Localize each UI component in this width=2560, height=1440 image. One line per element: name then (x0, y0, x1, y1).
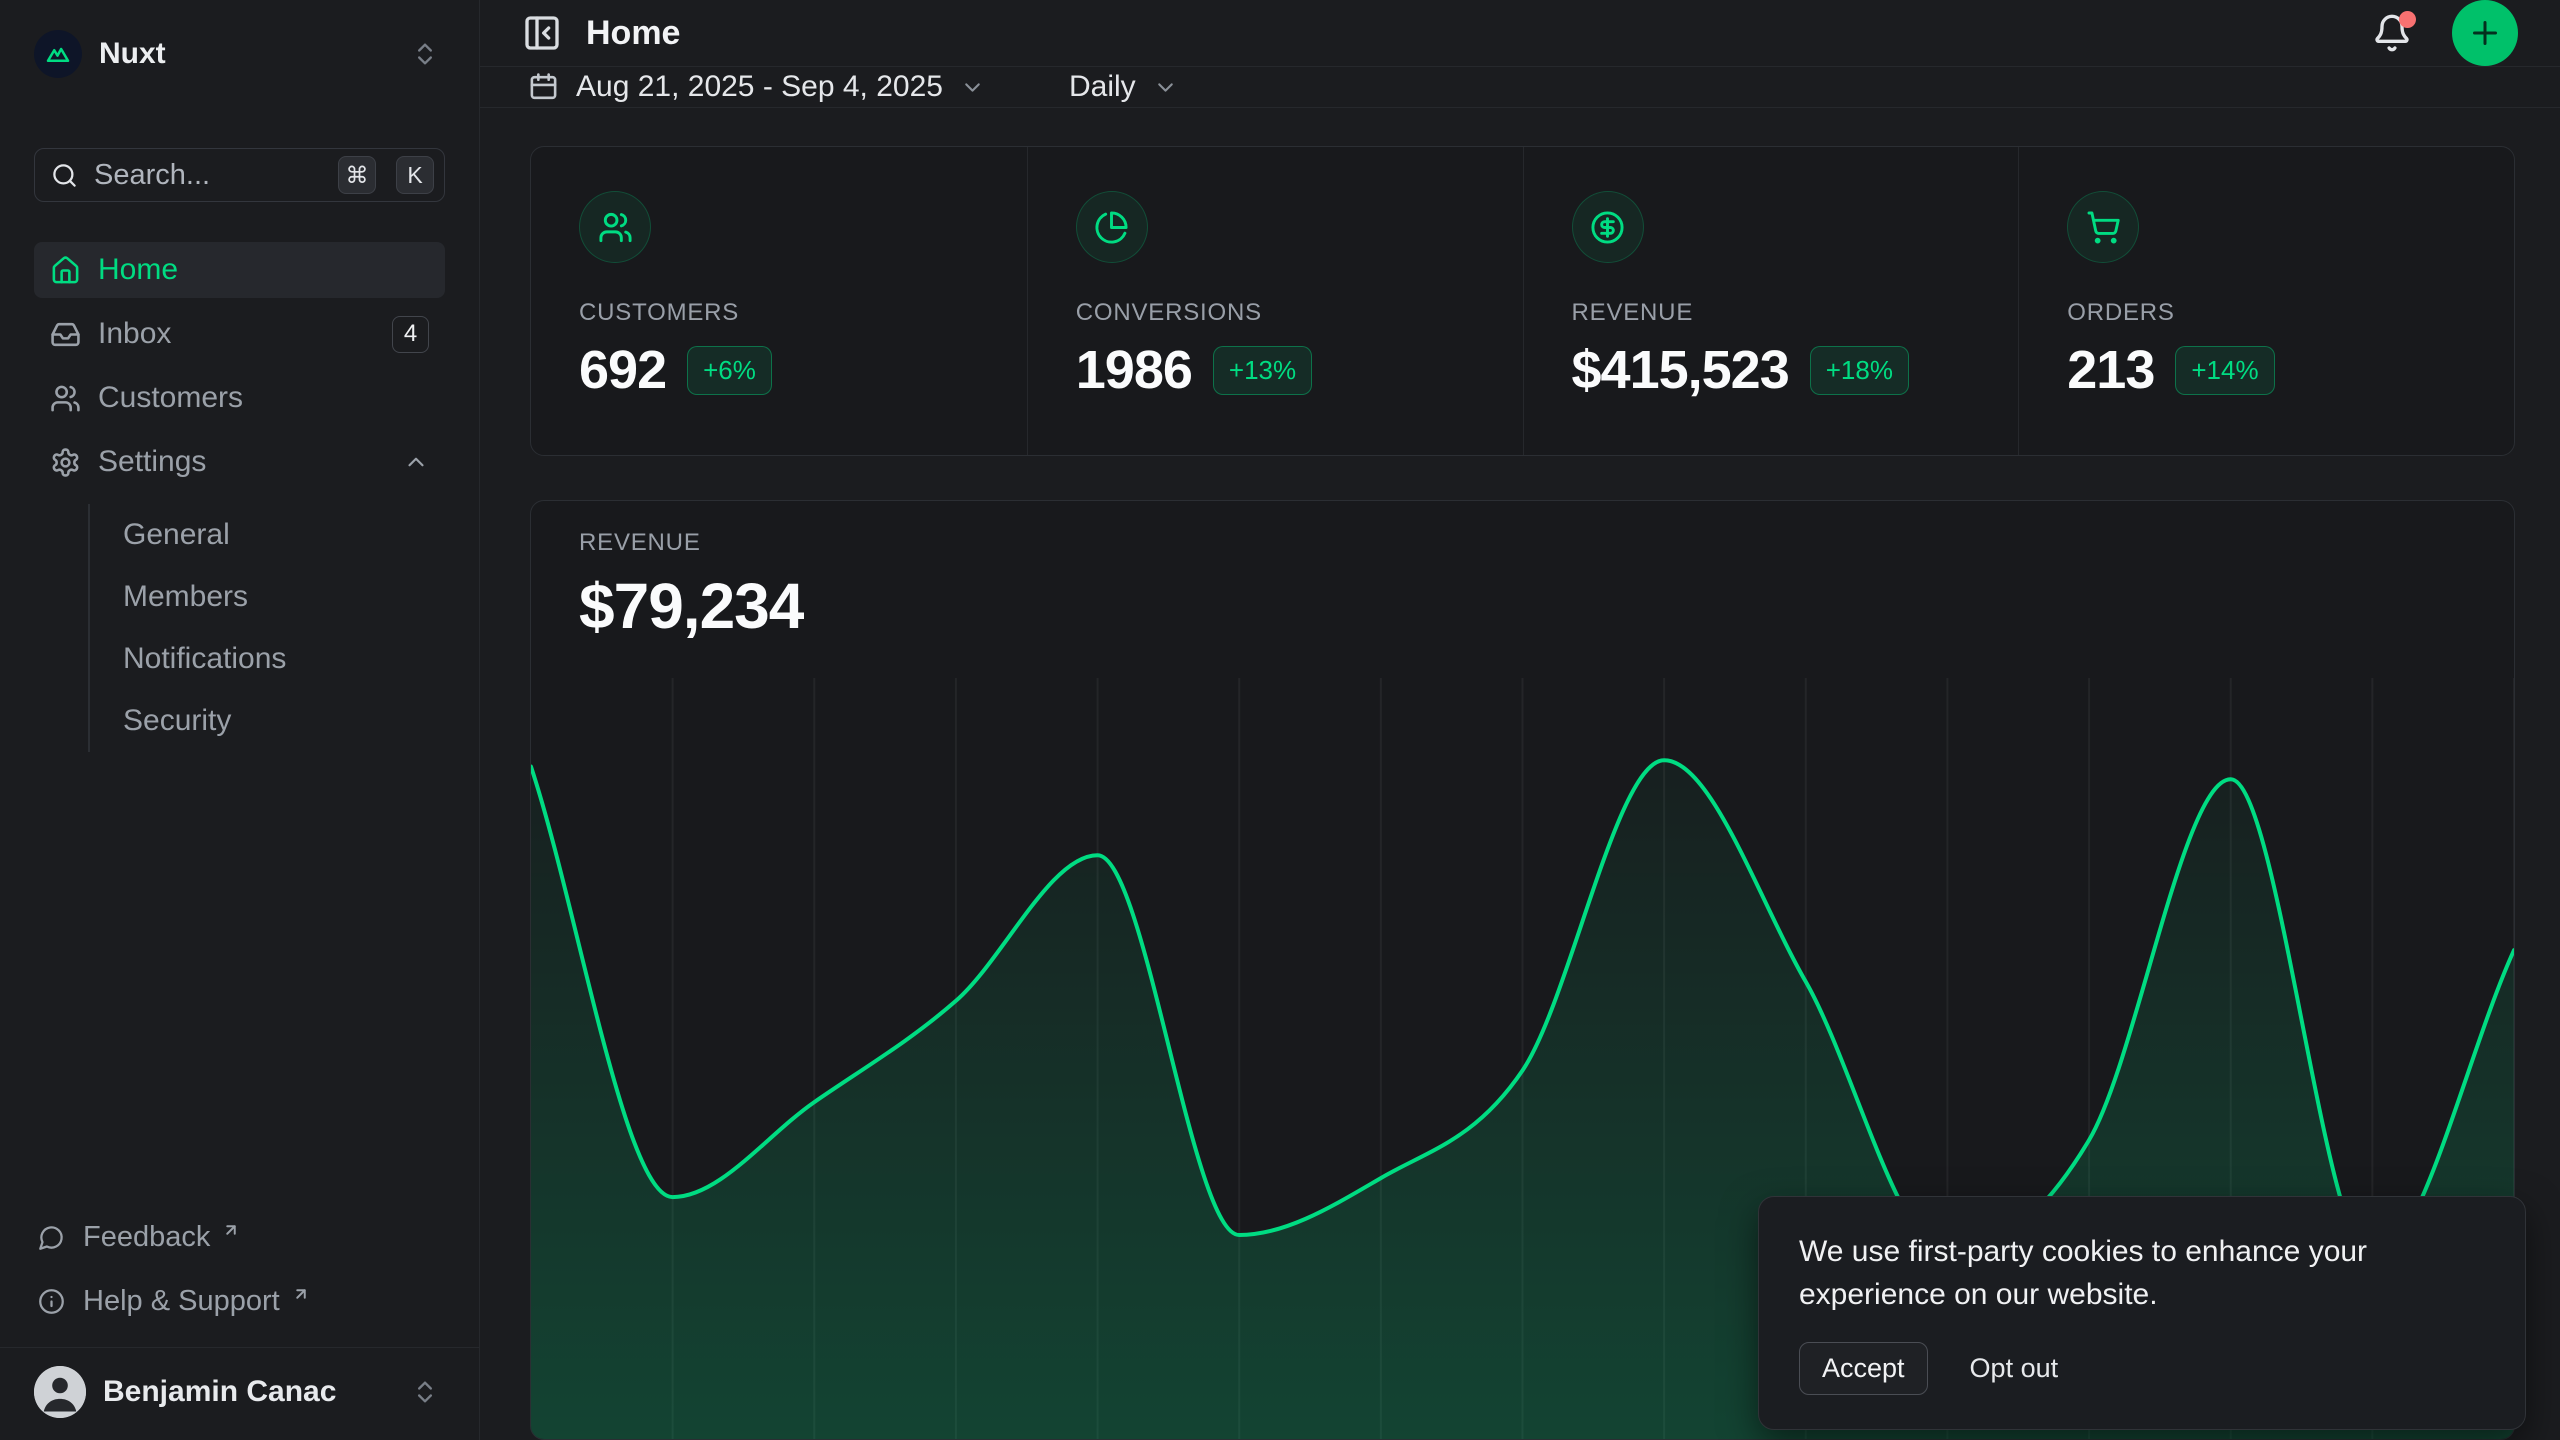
sidebar-item-label: Inbox (98, 317, 171, 351)
workspace-switcher[interactable]: Nuxt (34, 26, 445, 82)
cookie-accept-button[interactable]: Accept (1799, 1342, 1928, 1395)
info-circle-icon (38, 1288, 65, 1315)
cookie-optout-button[interactable]: Opt out (1970, 1353, 2059, 1384)
sidebar-item-settings[interactable]: Settings (34, 434, 445, 490)
stat-label: ORDERS (2067, 299, 2466, 327)
stat-card-customers: CUSTOMERS 692 +6% (531, 147, 1027, 455)
kbd-k: K (396, 156, 434, 194)
stats-cards: CUSTOMERS 692 +6% CONVERSIONS 1986 +13% (530, 146, 2515, 456)
stat-delta-badge: +13% (1213, 346, 1312, 395)
feedback-link[interactable]: Feedback (34, 1211, 445, 1263)
date-range-value: Aug 21, 2025 - Sep 4, 2025 (576, 70, 943, 104)
sidebar-item-home[interactable]: Home (34, 242, 445, 298)
stat-value: 692 (579, 339, 666, 401)
message-bubble-icon (38, 1224, 65, 1251)
chevrons-up-down-icon (411, 1378, 439, 1406)
nuxt-logo-icon (34, 30, 82, 78)
sidebar-subitem-members[interactable]: Members (90, 566, 445, 628)
chevron-down-icon (960, 75, 985, 100)
sidebar-item-inbox[interactable]: Inbox 4 (34, 306, 445, 362)
sidebar-subitem-general[interactable]: General (90, 504, 445, 566)
stat-delta-badge: +14% (2175, 346, 2274, 395)
users-icon (579, 191, 651, 263)
settings-submenu: General Members Notifications Security (88, 504, 445, 752)
inbox-count-badge: 4 (392, 316, 429, 353)
filters-toolbar: Aug 21, 2025 - Sep 4, 2025 Daily (480, 67, 2560, 108)
stat-delta-badge: +18% (1810, 346, 1909, 395)
sidebar-subitem-notifications[interactable]: Notifications (90, 628, 445, 690)
user-name: Benjamin Canac (103, 1375, 394, 1409)
granularity-value: Daily (1069, 70, 1136, 104)
chevrons-up-down-icon (411, 40, 439, 68)
avatar (34, 1366, 86, 1418)
chevron-down-icon (1153, 75, 1178, 100)
search-input[interactable] (94, 159, 318, 192)
collapse-sidebar-button[interactable] (522, 13, 562, 53)
header-actions (2372, 0, 2518, 66)
stat-value: 213 (2067, 339, 2154, 401)
help-support-label: Help & Support (83, 1285, 280, 1318)
external-link-icon (292, 1285, 310, 1303)
stat-label: CUSTOMERS (579, 299, 979, 327)
search-icon (51, 162, 78, 189)
chevron-up-icon (403, 449, 429, 475)
stat-card-revenue: REVENUE $415,523 +18% (1523, 147, 2019, 455)
page-title: Home (586, 14, 680, 53)
sidebar: Nuxt ⌘ K Home Inbox 4 Customers Settings (0, 0, 480, 1440)
notification-dot (2399, 11, 2416, 28)
sidebar-item-customers[interactable]: Customers (34, 370, 445, 426)
gear-icon (50, 447, 81, 478)
stat-value: $415,523 (1572, 339, 1789, 401)
date-range-picker[interactable]: Aug 21, 2025 - Sep 4, 2025 (528, 70, 985, 104)
users-icon (50, 383, 81, 414)
search-input-wrapper[interactable]: ⌘ K (34, 148, 445, 202)
inbox-icon (50, 319, 81, 350)
pie-chart-icon (1076, 191, 1148, 263)
cookie-banner: We use first-party cookies to enhance yo… (1758, 1196, 2526, 1430)
sidebar-item-label: Settings (98, 445, 206, 479)
stat-value: 1986 (1076, 339, 1192, 401)
stat-delta-badge: +6% (687, 346, 772, 395)
user-menu[interactable]: Benjamin Canac (0, 1348, 479, 1440)
help-support-link[interactable]: Help & Support (34, 1275, 445, 1327)
revenue-chart-header: REVENUE $79,234 (531, 501, 2514, 643)
sidebar-subitem-security[interactable]: Security (90, 690, 445, 752)
cookie-message: We use first-party cookies to enhance yo… (1799, 1231, 2459, 1316)
calendar-icon (528, 72, 559, 103)
sidebar-footer-links: Feedback Help & Support (34, 1211, 445, 1327)
home-icon (50, 255, 81, 286)
notifications-button[interactable] (2372, 12, 2414, 54)
page-header: Home (480, 0, 2560, 67)
cookie-actions: Accept Opt out (1799, 1342, 2485, 1395)
kbd-cmd: ⌘ (338, 156, 376, 194)
revenue-chart-total: $79,234 (579, 569, 2466, 643)
plus-icon (2467, 15, 2503, 51)
stat-card-conversions: CONVERSIONS 1986 +13% (1027, 147, 1523, 455)
dashboard-app: { "app": { "brand": "Nuxt" }, "colors": … (0, 0, 2560, 1440)
workspace-name: Nuxt (99, 37, 394, 71)
external-link-icon (222, 1221, 240, 1239)
add-new-button[interactable] (2452, 0, 2518, 66)
sidebar-item-label: Customers (98, 381, 243, 415)
stat-label: CONVERSIONS (1076, 299, 1475, 327)
feedback-label: Feedback (83, 1221, 210, 1254)
sidebar-nav: Home Inbox 4 Customers Settings General … (34, 242, 445, 754)
dollar-circle-icon (1572, 191, 1644, 263)
sidebar-spacer (0, 754, 479, 1211)
revenue-chart-label: REVENUE (579, 529, 2466, 557)
stat-card-orders: ORDERS 213 +14% (2018, 147, 2514, 455)
stat-label: REVENUE (1572, 299, 1971, 327)
granularity-select[interactable]: Daily (1069, 70, 1178, 104)
sidebar-item-label: Home (98, 253, 178, 287)
shopping-cart-icon (2067, 191, 2139, 263)
panel-left-close-icon (522, 13, 562, 53)
